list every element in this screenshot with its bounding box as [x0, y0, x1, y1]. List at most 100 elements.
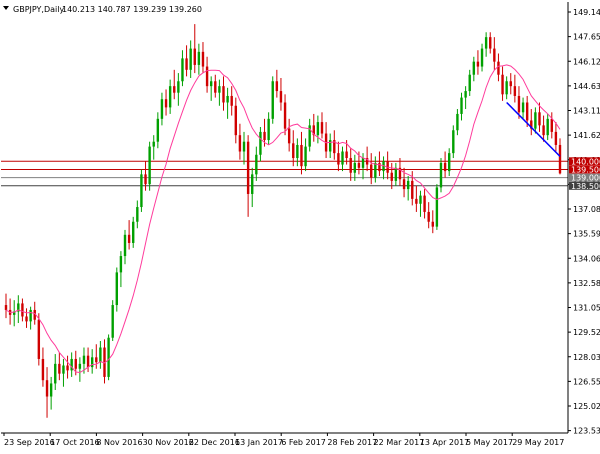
- price-tick-label: 147.655: [573, 33, 600, 42]
- candle-body: [370, 164, 373, 178]
- candle-body: [41, 358, 45, 381]
- candle-body: [472, 61, 476, 75]
- candle-body: [341, 151, 344, 165]
- price-chart: GBPJPY,Daily 140.213 140.787 139.239 139…: [0, 0, 600, 450]
- candle-body: [49, 383, 53, 397]
- candle-body: [185, 58, 188, 70]
- candle: [107, 334, 110, 381]
- time-tick-label: 8 Nov 2016: [96, 438, 142, 447]
- price-tick-label: 134.065: [573, 254, 600, 263]
- candle-body: [267, 118, 270, 141]
- candle-body: [238, 135, 242, 152]
- candle-body: [251, 174, 254, 194]
- candle-body: [497, 61, 500, 75]
- time-tick-label: 22 Mar 2017: [374, 438, 425, 447]
- candle-body: [230, 95, 233, 106]
- candle-body: [554, 131, 558, 145]
- candle-body: [283, 102, 287, 129]
- price-tick-label: 143.110: [573, 107, 600, 116]
- candle-body: [197, 51, 201, 65]
- candle-body: [74, 358, 77, 369]
- candle-body: [546, 118, 549, 136]
- price-tick-label: 131.050: [573, 304, 600, 313]
- time-tick-label: 6 Feb 2017: [281, 438, 326, 447]
- candle-body: [90, 357, 94, 368]
- candle-body: [242, 141, 246, 152]
- price-tick-label: 146.125: [573, 57, 600, 66]
- candle-body: [132, 221, 135, 243]
- candle-body: [415, 198, 418, 204]
- candle: [452, 125, 455, 159]
- candle-body: [402, 179, 406, 190]
- candle-body: [111, 305, 114, 338]
- candle-body: [521, 102, 525, 113]
- candle-body: [246, 141, 250, 194]
- candle-body: [156, 118, 160, 142]
- candle-body: [4, 305, 8, 310]
- price-tick-label: 141.625: [573, 131, 600, 140]
- candle-body: [107, 337, 110, 377]
- candle-body: [468, 74, 471, 92]
- candle-body: [361, 158, 365, 168]
- candle-body: [37, 319, 41, 359]
- candle-body: [78, 363, 82, 369]
- candle-body: [29, 309, 32, 322]
- candle-body: [517, 95, 521, 113]
- time-tick-label: 30 Nov 2016: [143, 438, 194, 447]
- candle-body: [226, 95, 229, 103]
- candle-body: [54, 363, 57, 384]
- candle-body: [218, 86, 221, 93]
- candle-body: [136, 207, 139, 222]
- candle-body: [353, 162, 357, 173]
- candle: [148, 141, 151, 191]
- candle-body: [275, 81, 279, 92]
- candle-body: [443, 162, 447, 172]
- candle-body: [300, 144, 303, 167]
- candle-body: [448, 153, 451, 172]
- price-tick-label: 128.035: [573, 353, 600, 362]
- chart-header: GBPJPY,Daily 140.213 140.787 139.239 139…: [3, 5, 202, 14]
- candle-body: [152, 141, 155, 147]
- candle-body: [489, 37, 492, 49]
- candle-body: [287, 128, 291, 144]
- price-tick-label: 126.550: [573, 377, 600, 386]
- candle-body: [423, 195, 426, 212]
- candle-body: [140, 174, 143, 208]
- candle-body: [304, 146, 307, 167]
- candle-body: [456, 113, 459, 131]
- candle-body: [509, 81, 512, 87]
- candle-body: [406, 180, 410, 190]
- price-tick-label: 132.580: [573, 279, 600, 288]
- candle-body: [271, 81, 274, 119]
- candle: [439, 158, 443, 193]
- price-tick-label: 137.080: [573, 205, 600, 214]
- ohlc-readout: 140.213 140.787 139.239 139.260: [62, 5, 202, 14]
- time-tick-label: 13 Apr 2017: [420, 438, 469, 447]
- candle-body: [214, 81, 217, 93]
- candle-body: [460, 97, 463, 114]
- candle-body: [501, 74, 504, 95]
- time-tick-label: 17 Oct 2016: [50, 438, 99, 447]
- candle-body: [173, 86, 176, 93]
- candle-body: [144, 174, 147, 185]
- candle-body: [452, 130, 455, 154]
- candle-body: [505, 81, 508, 95]
- candle-body: [21, 303, 24, 317]
- candle-body: [296, 144, 299, 159]
- candle-body: [431, 221, 434, 227]
- candle-body: [390, 172, 393, 181]
- candle-body: [189, 48, 192, 70]
- candle-body: [181, 58, 184, 82]
- candle-body: [480, 48, 484, 67]
- time-tick-label: 28 Feb 2017: [327, 438, 377, 447]
- candle-body: [542, 125, 545, 136]
- candle-body: [86, 355, 90, 368]
- candle-body: [193, 48, 196, 65]
- candle-body: [411, 180, 414, 199]
- candle-body: [357, 162, 361, 168]
- candle-body: [66, 365, 69, 371]
- candle-body: [205, 66, 209, 87]
- candle-body: [119, 256, 123, 273]
- candle-body: [263, 131, 266, 141]
- chart-window: GBPJPY,Daily 140.213 140.787 139.239 139…: [0, 0, 600, 450]
